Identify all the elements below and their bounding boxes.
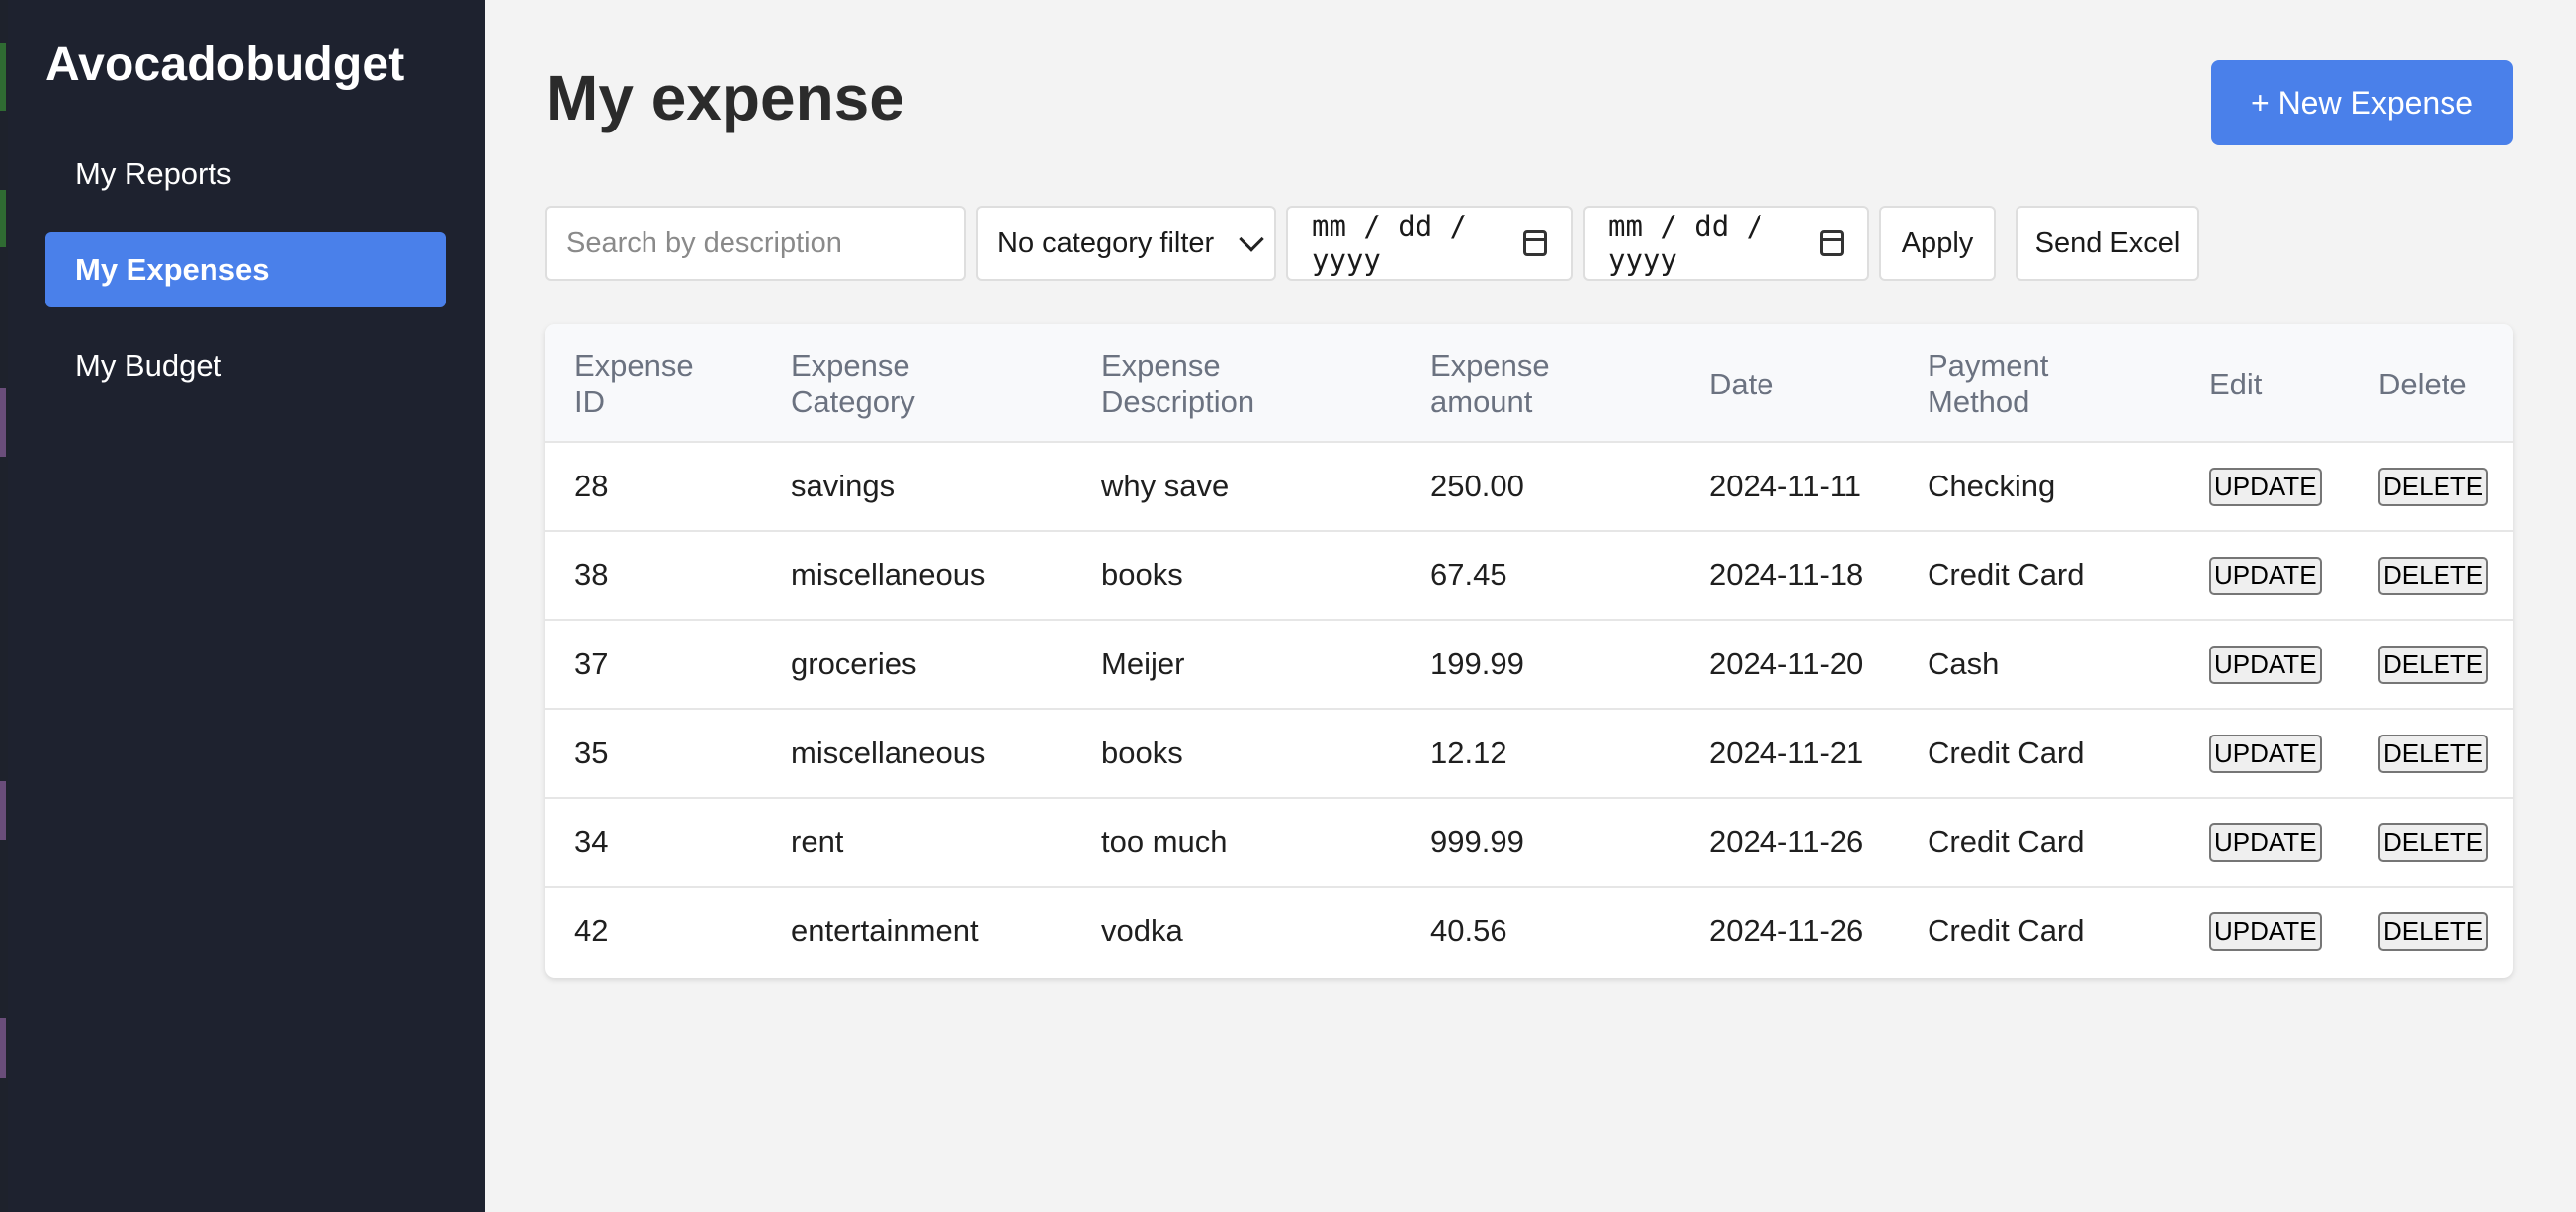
column-header-description: Expense Description bbox=[1101, 348, 1255, 419]
cell-description: books bbox=[1101, 736, 1183, 770]
calendar-icon[interactable] bbox=[1523, 230, 1547, 256]
delete-button[interactable]: DELETE bbox=[2378, 911, 2489, 951]
cell-category: miscellaneous bbox=[791, 736, 986, 770]
delete-button[interactable]: DELETE bbox=[2378, 734, 2489, 773]
cell-description: too much bbox=[1101, 824, 1228, 859]
cell-date: 2024-11-20 bbox=[1709, 647, 1864, 681]
cell-date: 2024-11-18 bbox=[1709, 558, 1864, 592]
delete-button[interactable]: DELETE bbox=[2378, 822, 2489, 862]
cell-payment-method: Checking bbox=[1928, 469, 2056, 503]
cell-payment-method: Cash bbox=[1928, 647, 2000, 681]
cell-category: rent bbox=[791, 824, 844, 859]
apply-button[interactable]: Apply bbox=[1879, 206, 1996, 281]
update-button[interactable]: UPDATE bbox=[2209, 645, 2322, 684]
update-button[interactable]: UPDATE bbox=[2209, 822, 2322, 862]
cell-description: Meijer bbox=[1101, 647, 1185, 681]
delete-button[interactable]: DELETE bbox=[2378, 467, 2489, 506]
cell-date: 2024-11-21 bbox=[1709, 736, 1864, 770]
search-input[interactable] bbox=[545, 206, 966, 281]
column-header-edit: Edit bbox=[2209, 366, 2263, 401]
cell-amount: 199.99 bbox=[1430, 647, 1524, 681]
cell-expense-id: 37 bbox=[574, 647, 609, 681]
sidebar-item-expenses[interactable]: My Expenses bbox=[45, 232, 446, 307]
cell-payment-method: Credit Card bbox=[1928, 913, 2085, 948]
cell-amount: 999.99 bbox=[1430, 824, 1524, 859]
cell-category: savings bbox=[791, 469, 896, 503]
table-row: 42 entertainment vodka 40.56 2024-11-26 … bbox=[545, 888, 2513, 977]
table-header: Expense ID Expense Category Expense Descrip… bbox=[545, 324, 2513, 443]
cell-payment-method: Credit Card bbox=[1928, 736, 2085, 770]
update-button[interactable]: UPDATE bbox=[2209, 467, 2322, 506]
app-window: Avocadobudget My Reports My Expenses My … bbox=[0, 0, 2576, 1212]
table-row: 37 groceries Meijer 199.99 2024-11-20 Ca… bbox=[545, 621, 2513, 710]
send-excel-button[interactable]: Send Excel bbox=[2016, 206, 2199, 281]
cell-date: 2024-11-26 bbox=[1709, 824, 1864, 859]
date-to-placeholder: mm / dd / yyyy bbox=[1608, 210, 1764, 277]
cell-expense-id: 28 bbox=[574, 469, 609, 503]
table-row: 34 rent too much 999.99 2024-11-26 Credi… bbox=[545, 799, 2513, 888]
table-row: 38 miscellaneous books 67.45 2024-11-18 … bbox=[545, 532, 2513, 621]
update-button[interactable]: UPDATE bbox=[2209, 911, 2322, 951]
brand-title: Avocadobudget bbox=[45, 39, 405, 91]
cell-category: miscellaneous bbox=[791, 558, 986, 592]
cell-category: groceries bbox=[791, 647, 917, 681]
cell-description: books bbox=[1101, 558, 1183, 592]
sidebar-item-reports[interactable]: My Reports bbox=[45, 136, 446, 212]
column-header-payment-method: Payment Method bbox=[1928, 348, 2049, 419]
table-row: 35 miscellaneous books 12.12 2024-11-21 … bbox=[545, 710, 2513, 799]
cell-description: vodka bbox=[1101, 913, 1183, 948]
chevron-down-icon bbox=[1239, 226, 1264, 252]
category-select[interactable]: No category filter bbox=[976, 206, 1276, 281]
cell-expense-id: 42 bbox=[574, 913, 609, 948]
background-window-edge bbox=[0, 0, 8, 1212]
page-title: My expense bbox=[546, 62, 904, 133]
column-header-date: Date bbox=[1709, 366, 1774, 401]
cell-date: 2024-11-11 bbox=[1709, 469, 1861, 503]
cell-amount: 250.00 bbox=[1430, 469, 1524, 503]
cell-expense-id: 34 bbox=[574, 824, 609, 859]
date-to-input[interactable]: mm / dd / yyyy bbox=[1583, 206, 1869, 281]
cell-amount: 40.56 bbox=[1430, 913, 1507, 948]
cell-amount: 12.12 bbox=[1430, 736, 1507, 770]
calendar-icon[interactable] bbox=[1820, 230, 1844, 256]
cell-expense-id: 38 bbox=[574, 558, 609, 592]
date-from-input[interactable]: mm / dd / yyyy bbox=[1286, 206, 1573, 281]
column-header-delete: Delete bbox=[2378, 366, 2467, 401]
category-select-value: No category filter bbox=[997, 226, 1215, 259]
cell-category: entertainment bbox=[791, 913, 979, 948]
column-header-category: Expense Category bbox=[791, 348, 915, 419]
cell-payment-method: Credit Card bbox=[1928, 558, 2085, 592]
cell-amount: 67.45 bbox=[1430, 558, 1507, 592]
delete-button[interactable]: DELETE bbox=[2378, 556, 2489, 595]
delete-button[interactable]: DELETE bbox=[2378, 645, 2489, 684]
table-row: 28 savings why save 250.00 2024-11-11 Ch… bbox=[545, 443, 2513, 532]
cell-payment-method: Credit Card bbox=[1928, 824, 2085, 859]
sidebar: Avocadobudget My Reports My Expenses My … bbox=[8, 0, 485, 1212]
column-header-expense-id: Expense ID bbox=[574, 348, 694, 419]
update-button[interactable]: UPDATE bbox=[2209, 556, 2322, 595]
column-header-amount: Expense amount bbox=[1430, 348, 1550, 419]
sidebar-item-budget[interactable]: My Budget bbox=[45, 328, 446, 403]
cell-expense-id: 35 bbox=[574, 736, 609, 770]
expense-table: Expense ID Expense Category Expense Descrip… bbox=[545, 324, 2513, 978]
cell-date: 2024-11-26 bbox=[1709, 913, 1864, 948]
date-from-placeholder: mm / dd / yyyy bbox=[1312, 210, 1468, 277]
update-button[interactable]: UPDATE bbox=[2209, 734, 2322, 773]
new-expense-button[interactable]: + New Expense bbox=[2211, 60, 2513, 145]
cell-description: why save bbox=[1101, 469, 1230, 503]
